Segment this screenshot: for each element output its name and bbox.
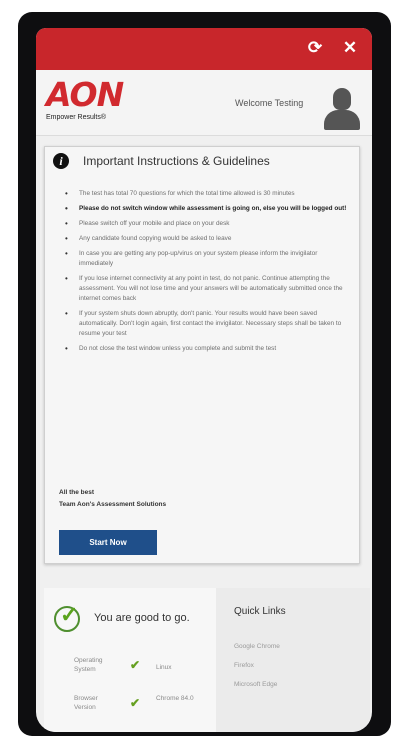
signoff-line-2: Team Aon's Assessment Solutions <box>59 501 167 508</box>
browser-check-icon: ✔ <box>130 696 141 710</box>
instruction-item: Do not close the test window unless you … <box>65 344 347 354</box>
good-to-go-text: You are good to go. <box>94 612 190 624</box>
avatar-body <box>324 110 360 130</box>
instruction-item: Any candidate found copying would be ask… <box>65 234 347 244</box>
refresh-icon[interactable]: ⟳ <box>304 37 326 59</box>
app-screen: ⟳ ✕ AON Empower Results® Welcome Testing… <box>36 28 372 732</box>
aon-logo: AON Empower Results® <box>46 75 124 122</box>
os-label: Operating System <box>74 657 103 673</box>
os-check-icon: ✔ <box>130 658 141 672</box>
welcome-text: Welcome Testing <box>235 98 304 108</box>
avatar-head <box>333 88 351 110</box>
logo-text: AON <box>46 75 124 114</box>
instruction-item: Please switch off your mobile and place … <box>65 219 347 229</box>
instruction-item: In case you are getting any pop-up/virus… <box>65 249 347 269</box>
instruction-item: If your system shuts down abruptly, don'… <box>65 309 347 339</box>
status-check-panel: ✓ You are good to go. Operating System ✔… <box>44 588 216 732</box>
quick-link-edge[interactable]: Microsoft Edge <box>234 681 277 688</box>
header: AON Empower Results® Welcome Testing <box>36 70 372 136</box>
signoff-line-1: All the best <box>59 489 95 496</box>
avatar[interactable] <box>324 88 360 130</box>
check-circle-icon: ✓ <box>54 602 80 632</box>
top-bar: ⟳ ✕ <box>36 28 372 70</box>
browser-label: Browser Version <box>74 695 98 711</box>
quick-links-title: Quick Links <box>234 606 286 617</box>
system-status-panel: ✓ You are good to go. Operating System ✔… <box>44 588 370 732</box>
instructions-card: i Important Instructions & Guidelines Th… <box>44 146 360 564</box>
signoff: All the best Team Aon's Assessment Solut… <box>59 487 166 511</box>
start-now-button[interactable]: Start Now <box>59 530 157 555</box>
os-value: Linux <box>156 664 172 671</box>
instruction-item: The test has total 70 questions for whic… <box>65 189 347 199</box>
instruction-item: If you lose internet connectivity at any… <box>65 274 347 304</box>
close-icon[interactable]: ✕ <box>339 37 361 59</box>
instruction-item: Please do not switch window while assess… <box>65 204 347 214</box>
instructions-header: i Important Instructions & Guidelines <box>53 153 270 169</box>
browser-value: Chrome 84.0 <box>156 695 194 702</box>
instructions-list: The test has total 70 questions for whic… <box>65 189 347 359</box>
info-icon: i <box>53 153 69 169</box>
logo-tagline: Empower Results® <box>46 114 107 121</box>
quick-link-firefox[interactable]: Firefox <box>234 662 254 669</box>
quick-link-chrome[interactable]: Google Chrome <box>234 643 280 650</box>
instructions-title: Important Instructions & Guidelines <box>83 154 270 168</box>
